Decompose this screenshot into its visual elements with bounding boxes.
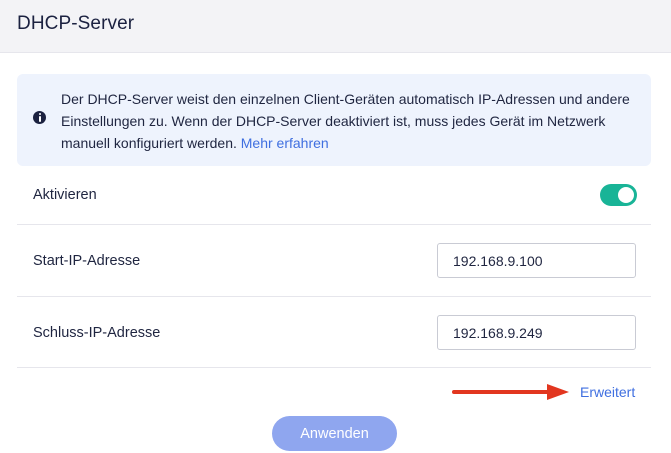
info-text: Der DHCP-Server weist den einzelnen Clie… (61, 88, 641, 154)
start-ip-row: Start-IP-Adresse (17, 225, 651, 297)
end-ip-input[interactable] (437, 315, 636, 350)
end-ip-label: Schluss-IP-Adresse (33, 325, 161, 341)
learn-more-link[interactable]: Mehr erfahren (241, 135, 329, 151)
start-ip-label: Start-IP-Adresse (33, 253, 141, 269)
advanced-link[interactable]: Erweitert (580, 384, 635, 400)
info-icon (33, 111, 46, 124)
toggle-knob (618, 187, 634, 203)
start-ip-input[interactable] (437, 243, 636, 278)
info-box: Der DHCP-Server weist den einzelnen Clie… (17, 74, 651, 166)
page-title: DHCP-Server (17, 13, 135, 34)
apply-button[interactable]: Anwenden (272, 416, 397, 451)
activate-toggle[interactable] (600, 184, 637, 206)
info-description: Der DHCP-Server weist den einzelnen Clie… (61, 91, 630, 151)
activate-row: Aktivieren (17, 166, 651, 225)
page-header: DHCP-Server (0, 0, 671, 53)
activate-label: Aktivieren (33, 187, 97, 203)
end-ip-row: Schluss-IP-Adresse (17, 297, 651, 368)
annotation-arrow-icon (452, 384, 569, 400)
